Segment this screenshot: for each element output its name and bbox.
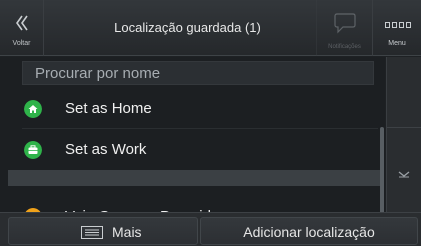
list-item-label: Set as Work: [65, 141, 147, 158]
list-item[interactable]: Voie Georges Pompidou: [22, 197, 378, 212]
side-scroll-panel: [386, 57, 421, 212]
double-chevron-left-icon: [16, 15, 28, 31]
more-button[interactable]: Mais: [8, 217, 198, 245]
add-location-button[interactable]: Adicionar localização: [200, 217, 418, 245]
notifications-label: Notificações: [328, 44, 361, 50]
side-divider: [387, 127, 421, 128]
briefcase-icon: [24, 141, 42, 159]
scrollbar[interactable]: [380, 127, 384, 212]
chevron-down-icon[interactable]: [397, 169, 411, 179]
list-item[interactable]: Set as Work: [22, 130, 378, 170]
bottom-bar: Mais Adicionar localização: [0, 212, 421, 246]
list-item-label: Set as Home: [65, 100, 152, 117]
menu-label: Menu: [388, 40, 406, 47]
page-title: Localização guardada (1): [114, 20, 261, 35]
section-divider: [8, 170, 384, 186]
back-label: Voltar: [12, 40, 31, 47]
list-item-label: Voie Georges Pompidou: [65, 197, 228, 212]
back-button[interactable]: Voltar: [0, 0, 44, 56]
top-bar: Voltar Localização guardada (1) Notifica…: [0, 0, 421, 56]
menu-grid-icon: [385, 22, 411, 28]
more-label: Mais: [112, 224, 142, 240]
home-icon: [24, 100, 42, 118]
list-icon: [81, 226, 103, 239]
search-input[interactable]: [23, 62, 373, 84]
search-field[interactable]: [22, 61, 374, 85]
saved-locations-list: Set as Home Set as Work Voie Georges Pom…: [0, 57, 385, 212]
notifications-button[interactable]: Notificações: [316, 0, 372, 56]
menu-button[interactable]: Menu: [372, 0, 421, 56]
list-item[interactable]: Set as Home: [22, 89, 378, 129]
speech-bubble-icon: [334, 13, 356, 34]
